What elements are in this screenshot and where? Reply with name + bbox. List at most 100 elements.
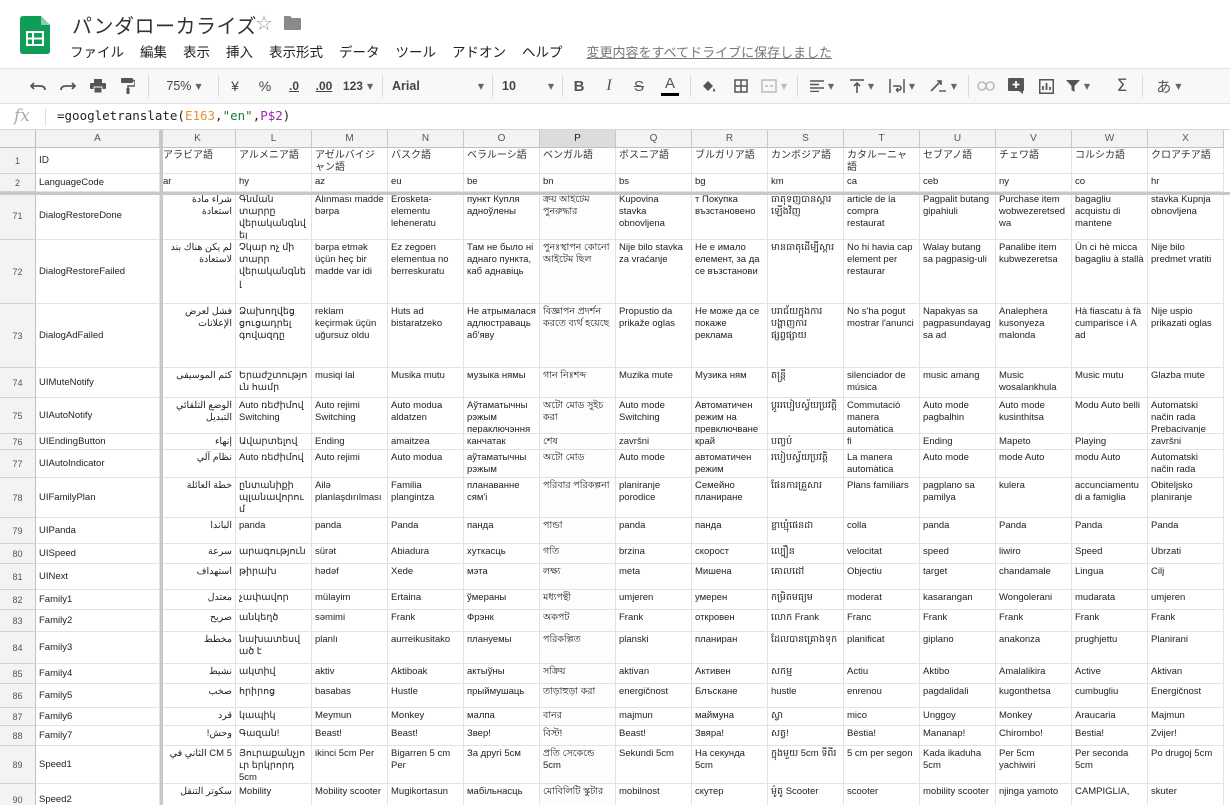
column-header-o[interactable]: O xyxy=(464,130,540,148)
cell-a88[interactable]: Family7 xyxy=(36,726,160,746)
cell-n1[interactable]: バスク語 xyxy=(388,148,464,174)
cell-w74[interactable]: Music mutu xyxy=(1072,368,1148,398)
cell-m2[interactable]: az xyxy=(312,174,388,192)
cell-o77[interactable]: аўтаматычны рэжым xyxy=(464,450,540,478)
cell-u2[interactable]: ceb xyxy=(920,174,996,192)
cell-p90[interactable]: মোবিলিটি স্কুটার xyxy=(540,784,616,805)
cell-w77[interactable]: modu Auto xyxy=(1072,450,1148,478)
row-header-79[interactable]: 79 xyxy=(0,518,36,544)
cell-u85[interactable]: Aktibo xyxy=(920,664,996,684)
row-header-72[interactable]: 72 xyxy=(0,240,36,304)
cell-k90[interactable]: سكوتر التنقل xyxy=(160,784,236,805)
row-header-73[interactable]: 73 xyxy=(0,304,36,368)
cell-p76[interactable]: শেষ xyxy=(540,434,616,450)
cell-l1[interactable]: アルメニア語 xyxy=(236,148,312,174)
cell-u71[interactable]: Pagpalit butang gipahiuli xyxy=(920,192,996,240)
cell-p87[interactable]: বানর xyxy=(540,708,616,726)
cell-n72[interactable]: Ez zegoen elementua no berreskuratu xyxy=(388,240,464,304)
cell-v86[interactable]: kugonthetsa xyxy=(996,684,1072,708)
cell-t82[interactable]: moderat xyxy=(844,590,920,610)
decrease-decimal-button[interactable]: .0 xyxy=(283,69,305,103)
cell-x90[interactable]: skuter xyxy=(1148,784,1224,805)
cell-s81[interactable]: គោលដៅ xyxy=(768,564,844,590)
cell-o75[interactable]: Аўтаматычны рэжым пераключэння xyxy=(464,398,540,434)
cell-v1[interactable]: チェワ語 xyxy=(996,148,1072,174)
cell-p1[interactable]: ベンガル語 xyxy=(540,148,616,174)
cell-v78[interactable]: kulera xyxy=(996,478,1072,518)
cell-q90[interactable]: mobilnost xyxy=(616,784,692,805)
cell-x88[interactable]: Zvijer! xyxy=(1148,726,1224,746)
cell-k78[interactable]: خطة العائلة xyxy=(160,478,236,518)
horizontal-align-icon[interactable]: ▼ xyxy=(806,69,838,103)
cell-n2[interactable]: eu xyxy=(388,174,464,192)
formula-input[interactable]: =googletranslate(E163,"en",P$2) xyxy=(57,108,290,123)
cell-u89[interactable]: Kada ikaduha 5cm xyxy=(920,746,996,784)
cell-v84[interactable]: anakonza xyxy=(996,632,1072,664)
cell-w73[interactable]: Hà fiascatu à fà cumparisce i A ad xyxy=(1072,304,1148,368)
cell-s77[interactable]: របៀបស្វ័យប្រវត្តិ xyxy=(768,450,844,478)
cell-m77[interactable]: Auto rejimi xyxy=(312,450,388,478)
cell-k87[interactable]: قرد xyxy=(160,708,236,726)
cell-q75[interactable]: Auto mode Switching xyxy=(616,398,692,434)
cell-r1[interactable]: ブルガリア語 xyxy=(692,148,768,174)
cell-x87[interactable]: Majmun xyxy=(1148,708,1224,726)
cell-a1[interactable]: ID xyxy=(36,148,160,174)
cell-l78[interactable]: ընտանիքի պլանավորում xyxy=(236,478,312,518)
cell-a84[interactable]: Family3 xyxy=(36,632,160,664)
cell-t1[interactable]: カタルーニャ語 xyxy=(844,148,920,174)
cell-s85[interactable]: សកម្ម xyxy=(768,664,844,684)
cell-o78[interactable]: планаванне сям'і xyxy=(464,478,540,518)
cell-o83[interactable]: Фрэнк xyxy=(464,610,540,632)
cell-x80[interactable]: Ubrzati xyxy=(1148,544,1224,564)
cell-n81[interactable]: Xede xyxy=(388,564,464,590)
cell-u88[interactable]: Mananap! xyxy=(920,726,996,746)
row-header-81[interactable]: 81 xyxy=(0,564,36,590)
row-header-87[interactable]: 87 xyxy=(0,708,36,726)
cell-q73[interactable]: Propustio da prikaže oglas xyxy=(616,304,692,368)
cell-p83[interactable]: অকপট xyxy=(540,610,616,632)
cell-r86[interactable]: Блъскане xyxy=(692,684,768,708)
cell-q71[interactable]: Kupovina stavka obnovljena xyxy=(616,192,692,240)
text-rotation-icon[interactable]: ▼ xyxy=(926,69,960,103)
column-header-l[interactable]: L xyxy=(236,130,312,148)
cell-m84[interactable]: planlı xyxy=(312,632,388,664)
cell-w89[interactable]: Per seconda 5cm xyxy=(1072,746,1148,784)
cell-s90[interactable]: ម៉ូតូ Scooter xyxy=(768,784,844,805)
column-header-a[interactable]: A xyxy=(36,130,160,148)
row-header-1[interactable]: 1 xyxy=(0,148,36,174)
cell-x85[interactable]: Aktivan xyxy=(1148,664,1224,684)
cell-u75[interactable]: Auto mode pagbalhin xyxy=(920,398,996,434)
cell-q89[interactable]: Sekundi 5cm xyxy=(616,746,692,784)
select-all-corner[interactable] xyxy=(0,130,36,148)
cell-a86[interactable]: Family5 xyxy=(36,684,160,708)
insert-chart-icon[interactable] xyxy=(1034,69,1058,103)
cell-m81[interactable]: hədəf xyxy=(312,564,388,590)
cell-w78[interactable]: accunciamentu di a famiglia xyxy=(1072,478,1148,518)
column-header-x[interactable]: X xyxy=(1148,130,1224,148)
cell-l88[interactable]: Գազան! xyxy=(236,726,312,746)
cell-a74[interactable]: UIMuteNotify xyxy=(36,368,160,398)
column-header-r[interactable]: R xyxy=(692,130,768,148)
star-icon[interactable]: ☆ xyxy=(255,11,273,35)
row-header-2[interactable]: 2 xyxy=(0,174,36,192)
column-header-v[interactable]: V xyxy=(996,130,1072,148)
cell-l76[interactable]: Ավարտելով xyxy=(236,434,312,450)
cell-x2[interactable]: hr xyxy=(1148,174,1224,192)
more-formats-select[interactable]: 123 ▼ xyxy=(341,69,375,103)
cell-w2[interactable]: co xyxy=(1072,174,1148,192)
cell-w82[interactable]: mudarata xyxy=(1072,590,1148,610)
bold-button[interactable]: B xyxy=(568,69,590,103)
cell-t2[interactable]: ca xyxy=(844,174,920,192)
cell-o72[interactable]: Там не было ні аднаго пункта, каб аднаві… xyxy=(464,240,540,304)
filter-icon[interactable]: ▼ xyxy=(1062,69,1094,103)
cell-w1[interactable]: コルシカ語 xyxy=(1072,148,1148,174)
menu-help[interactable]: ヘルプ xyxy=(516,41,569,61)
undo-icon[interactable] xyxy=(26,69,50,103)
cell-o86[interactable]: прыймушаць xyxy=(464,684,540,708)
cell-x79[interactable]: Panda xyxy=(1148,518,1224,544)
cell-x74[interactable]: Glazba mute xyxy=(1148,368,1224,398)
cell-x83[interactable]: Frank xyxy=(1148,610,1224,632)
cell-u82[interactable]: kasarangan xyxy=(920,590,996,610)
column-header-p[interactable]: P xyxy=(540,130,616,148)
cell-n78[interactable]: Familia plangintza xyxy=(388,478,464,518)
